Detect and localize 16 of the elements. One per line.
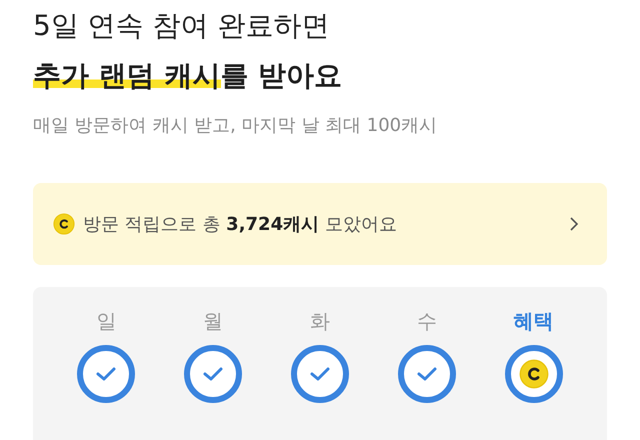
coin-icon — [53, 213, 75, 235]
day-label: 일 — [96, 308, 116, 335]
day-label: 화 — [310, 308, 330, 335]
check-icon — [203, 367, 224, 381]
check-icon — [310, 367, 330, 381]
check-icon — [96, 367, 116, 381]
day-label: 월 — [203, 308, 224, 335]
chevron-right-icon — [569, 216, 579, 232]
summary-card[interactable]: 방문 적립으로 총 3,724캐시 모았어요 — [33, 183, 607, 265]
check-icon — [416, 367, 437, 381]
summary-text: 방문 적립으로 총 3,724캐시 모았어요 — [83, 213, 398, 236]
coin-icon — [518, 359, 549, 389]
subtitle-text: 매일 방문하여 캐시 받고, 마지막 날 최대 100캐시 — [33, 114, 438, 138]
day-label: 수 — [416, 308, 437, 335]
day-label: 혜택 — [514, 308, 554, 335]
headline-text: 5일 연속 참여 완료하면 — [33, 8, 331, 44]
